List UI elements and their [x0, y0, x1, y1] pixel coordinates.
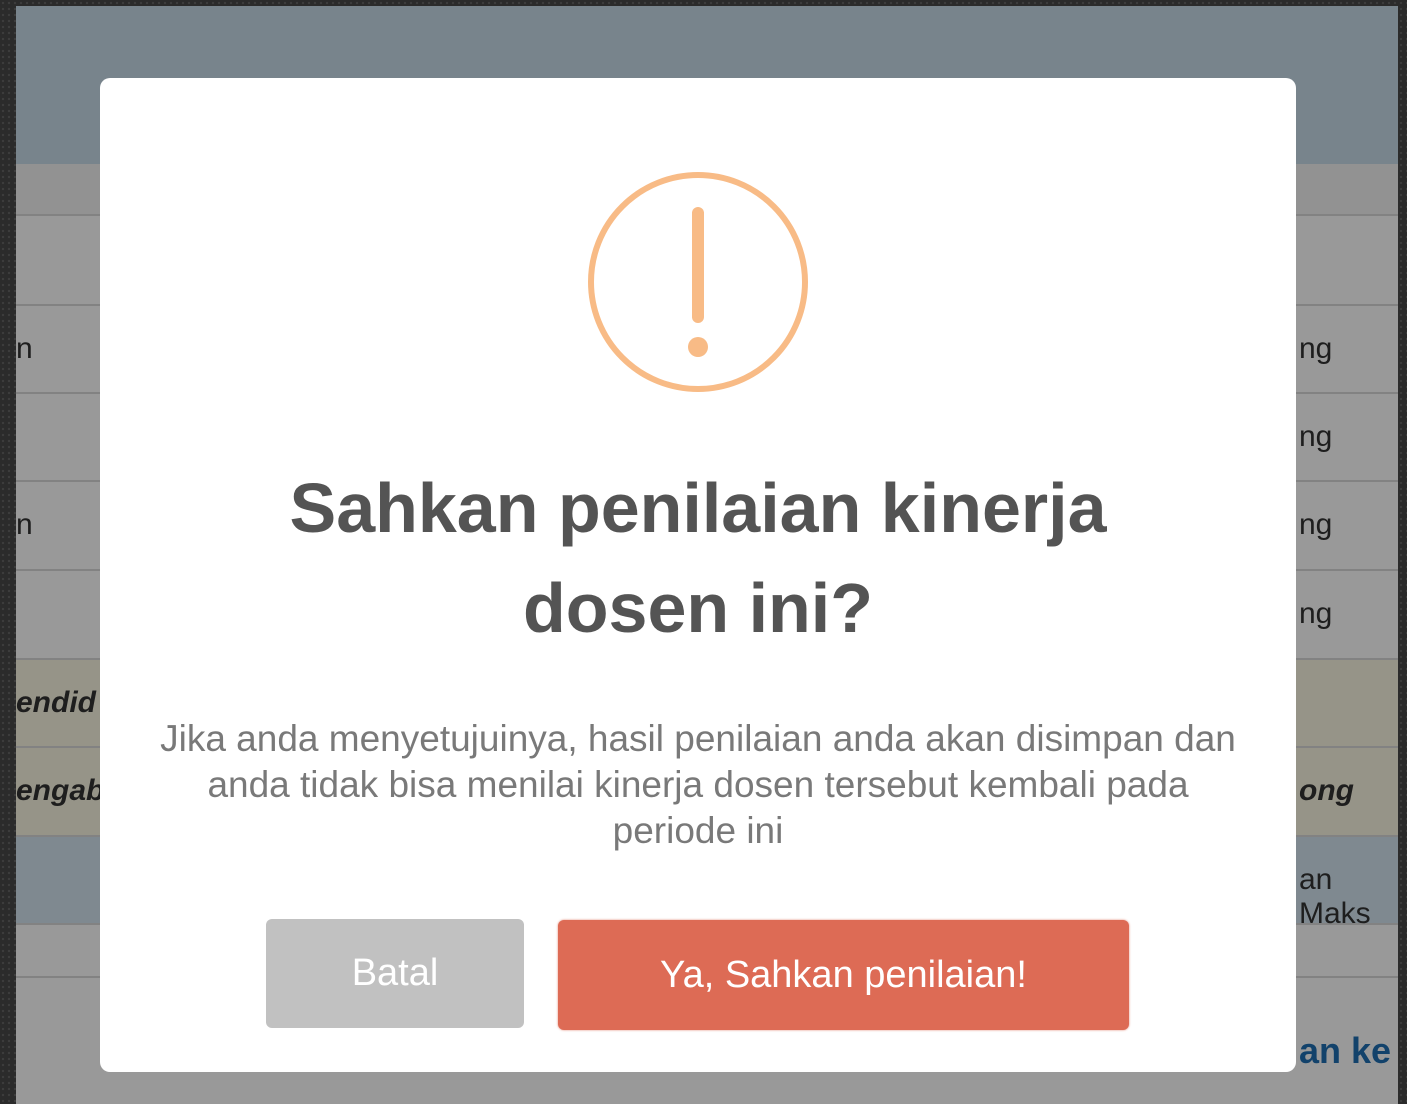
- warning-exclamation-icon: [588, 172, 808, 392]
- dialog-title: Sahkan penilaian kinerja dosen ini?: [100, 458, 1296, 658]
- confirm-button[interactable]: Ya, Sahkan penilaian!: [558, 920, 1129, 1030]
- dialog-message: Jika anda menyetujuinya, hasil penilaian…: [160, 718, 1236, 851]
- dialog-title-line: dosen ini?: [523, 569, 873, 647]
- dialog-title-line: Sahkan penilaian kinerja: [289, 469, 1107, 547]
- confirm-dialog: Sahkan penilaian kinerja dosen ini? Jika…: [100, 78, 1296, 1072]
- cancel-button[interactable]: Batal: [266, 919, 524, 1028]
